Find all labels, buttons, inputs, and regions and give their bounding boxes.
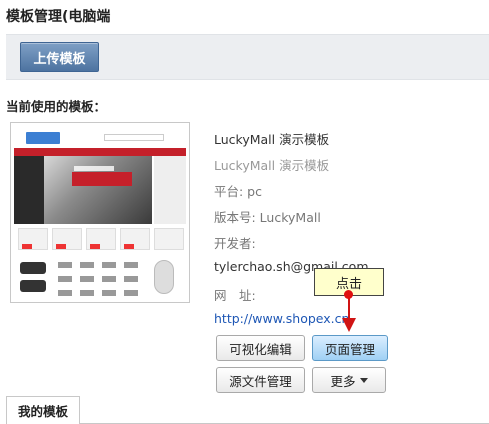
more-label: 更多 bbox=[330, 373, 356, 389]
template-thumbnail[interactable] bbox=[10, 122, 190, 303]
preview-brand bbox=[58, 276, 72, 282]
preview-nav bbox=[14, 148, 186, 156]
preview-brand bbox=[124, 290, 138, 296]
preview-brand bbox=[102, 262, 116, 268]
visual-edit-button[interactable]: 可视化编辑 bbox=[216, 335, 305, 361]
preview-banner-headline bbox=[74, 166, 114, 171]
preview-brand bbox=[80, 262, 94, 268]
template-preview-image bbox=[14, 126, 186, 299]
template-platform: 平台: pc bbox=[214, 184, 262, 199]
preview-mouse bbox=[154, 260, 174, 294]
website-label: 网 址: bbox=[214, 288, 256, 303]
preview-sidebar bbox=[14, 156, 44, 224]
preview-brand bbox=[102, 290, 116, 296]
preview-side-panel bbox=[154, 156, 186, 224]
template-version: 版本号: LuckyMall bbox=[214, 210, 321, 225]
preview-brand bbox=[80, 276, 94, 282]
preview-price-tag bbox=[56, 244, 66, 249]
preview-product bbox=[154, 228, 184, 250]
preview-logo bbox=[26, 132, 60, 144]
template-developer: 开发者: bbox=[214, 236, 256, 251]
page-title: 模板管理(电脑端 bbox=[6, 9, 111, 25]
preview-brand bbox=[124, 262, 138, 268]
preview-brand bbox=[102, 276, 116, 282]
preview-brand bbox=[58, 290, 72, 296]
preview-brand bbox=[124, 276, 138, 282]
template-name: LuckyMall 演示模板 bbox=[214, 132, 330, 147]
source-files-button[interactable]: 源文件管理 bbox=[216, 367, 305, 393]
tab-my-templates[interactable]: 我的模板 bbox=[6, 396, 80, 424]
upload-toolbar: 上传模板 bbox=[6, 34, 489, 80]
preview-shoe bbox=[20, 262, 46, 274]
website-link[interactable]: http://www.shopex.cn bbox=[214, 311, 349, 326]
preview-price-tag bbox=[124, 244, 134, 249]
page-manage-button[interactable]: 页面管理 bbox=[312, 335, 388, 361]
preview-brand bbox=[80, 290, 94, 296]
preview-search bbox=[104, 134, 164, 141]
preview-price-tag bbox=[90, 244, 100, 249]
upload-template-button[interactable]: 上传模板 bbox=[20, 42, 99, 72]
preview-shoe bbox=[20, 280, 46, 292]
arrow-origin-dot-icon bbox=[344, 290, 353, 299]
arrow-icon bbox=[348, 296, 350, 320]
preview-banner-tag bbox=[72, 172, 132, 186]
current-template-label: 当前使用的模板： bbox=[6, 99, 107, 114]
caret-down-icon bbox=[359, 377, 368, 383]
arrow-head-icon bbox=[342, 318, 356, 332]
preview-price-tag bbox=[22, 244, 32, 249]
preview-brand bbox=[58, 262, 72, 268]
more-dropdown-button[interactable]: 更多 bbox=[312, 367, 386, 393]
template-description: LuckyMall 演示模板 bbox=[214, 158, 330, 173]
website-link-wrap[interactable]: http://www.shopex.cn bbox=[214, 311, 349, 326]
